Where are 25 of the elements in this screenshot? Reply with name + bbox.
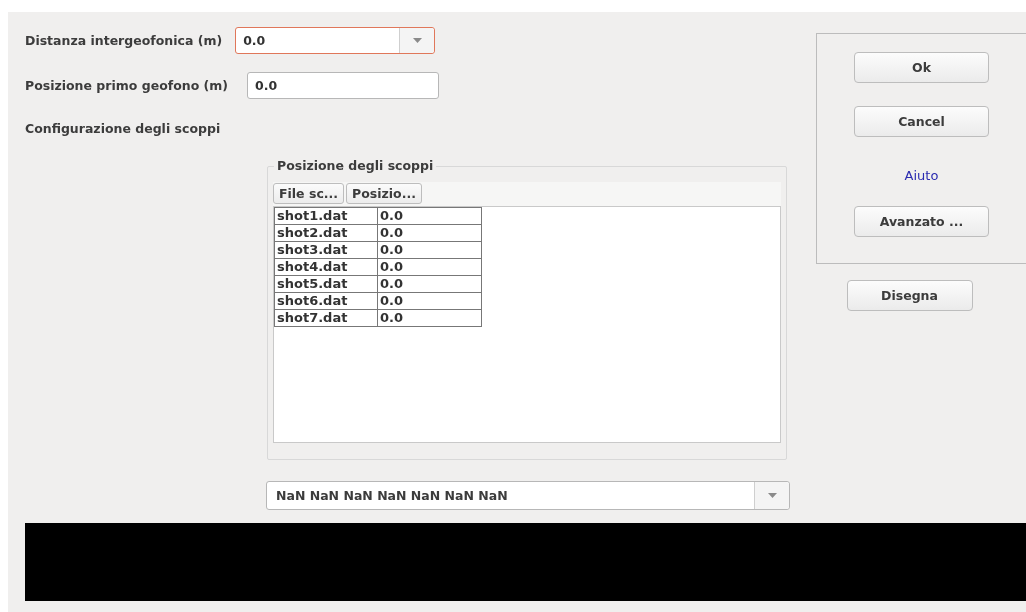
table-cell[interactable]: shot1.dat [274, 207, 378, 225]
action-button[interactable]: Avanzato ... [854, 206, 989, 237]
table-cell[interactable]: 0.0 [377, 207, 482, 225]
draw-button[interactable]: Disegna [846, 280, 973, 311]
table-cell[interactable]: 0.0 [377, 241, 482, 259]
column-header[interactable]: File sc... [273, 183, 345, 204]
table-cell[interactable]: 0.0 [377, 275, 482, 293]
table-cell[interactable]: 0.0 [377, 258, 482, 276]
dropdown-arrow-icon [767, 493, 777, 498]
dropdown-arrow-icon [412, 38, 422, 43]
action-button[interactable]: Cancel [854, 106, 989, 137]
action-button[interactable]: Ok [854, 52, 989, 83]
combo-box[interactable]: NaN NaN NaN NaN NaN NaN NaN [266, 481, 790, 510]
column-header[interactable]: Posizio... [346, 183, 422, 204]
table-cell[interactable]: 0.0 [377, 224, 482, 242]
help-link[interactable]: Aiuto [904, 168, 939, 183]
group-title: Posizione degli scoppi [274, 158, 437, 173]
field-label: Posizione primo geofono (m) [25, 78, 229, 93]
table-cell[interactable]: 0.0 [377, 292, 482, 310]
table-cell[interactable]: 0.0 [377, 309, 482, 327]
input-field[interactable]: 0.0 [247, 72, 440, 99]
combo-box[interactable]: 0.0 [235, 27, 436, 54]
field-label: Distanza intergeofonica (m) [25, 33, 223, 48]
section-label: Configurazione degli scoppi [25, 121, 222, 136]
table-cell[interactable]: shot7.dat [274, 309, 378, 327]
